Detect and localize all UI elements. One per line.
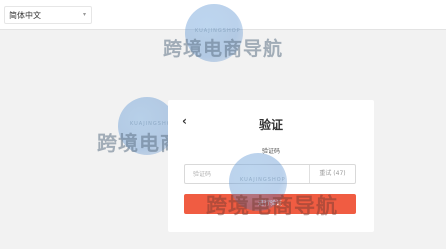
- language-select[interactable]: 简体中文 ▾: [4, 6, 92, 24]
- page-title: 验证: [258, 118, 283, 132]
- code-input[interactable]: [185, 165, 310, 183]
- verify-button[interactable]: 进行验证: [184, 194, 356, 214]
- code-field: 重试 (47): [184, 164, 356, 184]
- code-label: 验证码: [261, 148, 280, 155]
- top-bar: 简体中文 ▾: [0, 0, 446, 30]
- chevron-down-icon: ▾: [82, 11, 86, 18]
- verify-card: ‹ 验证 验证码 重试 (47) 进行验证: [168, 100, 374, 232]
- language-label: 简体中文: [9, 11, 41, 20]
- watermark-text: 跨境电商导航: [163, 38, 284, 60]
- retry-button[interactable]: 重试 (47): [309, 165, 355, 183]
